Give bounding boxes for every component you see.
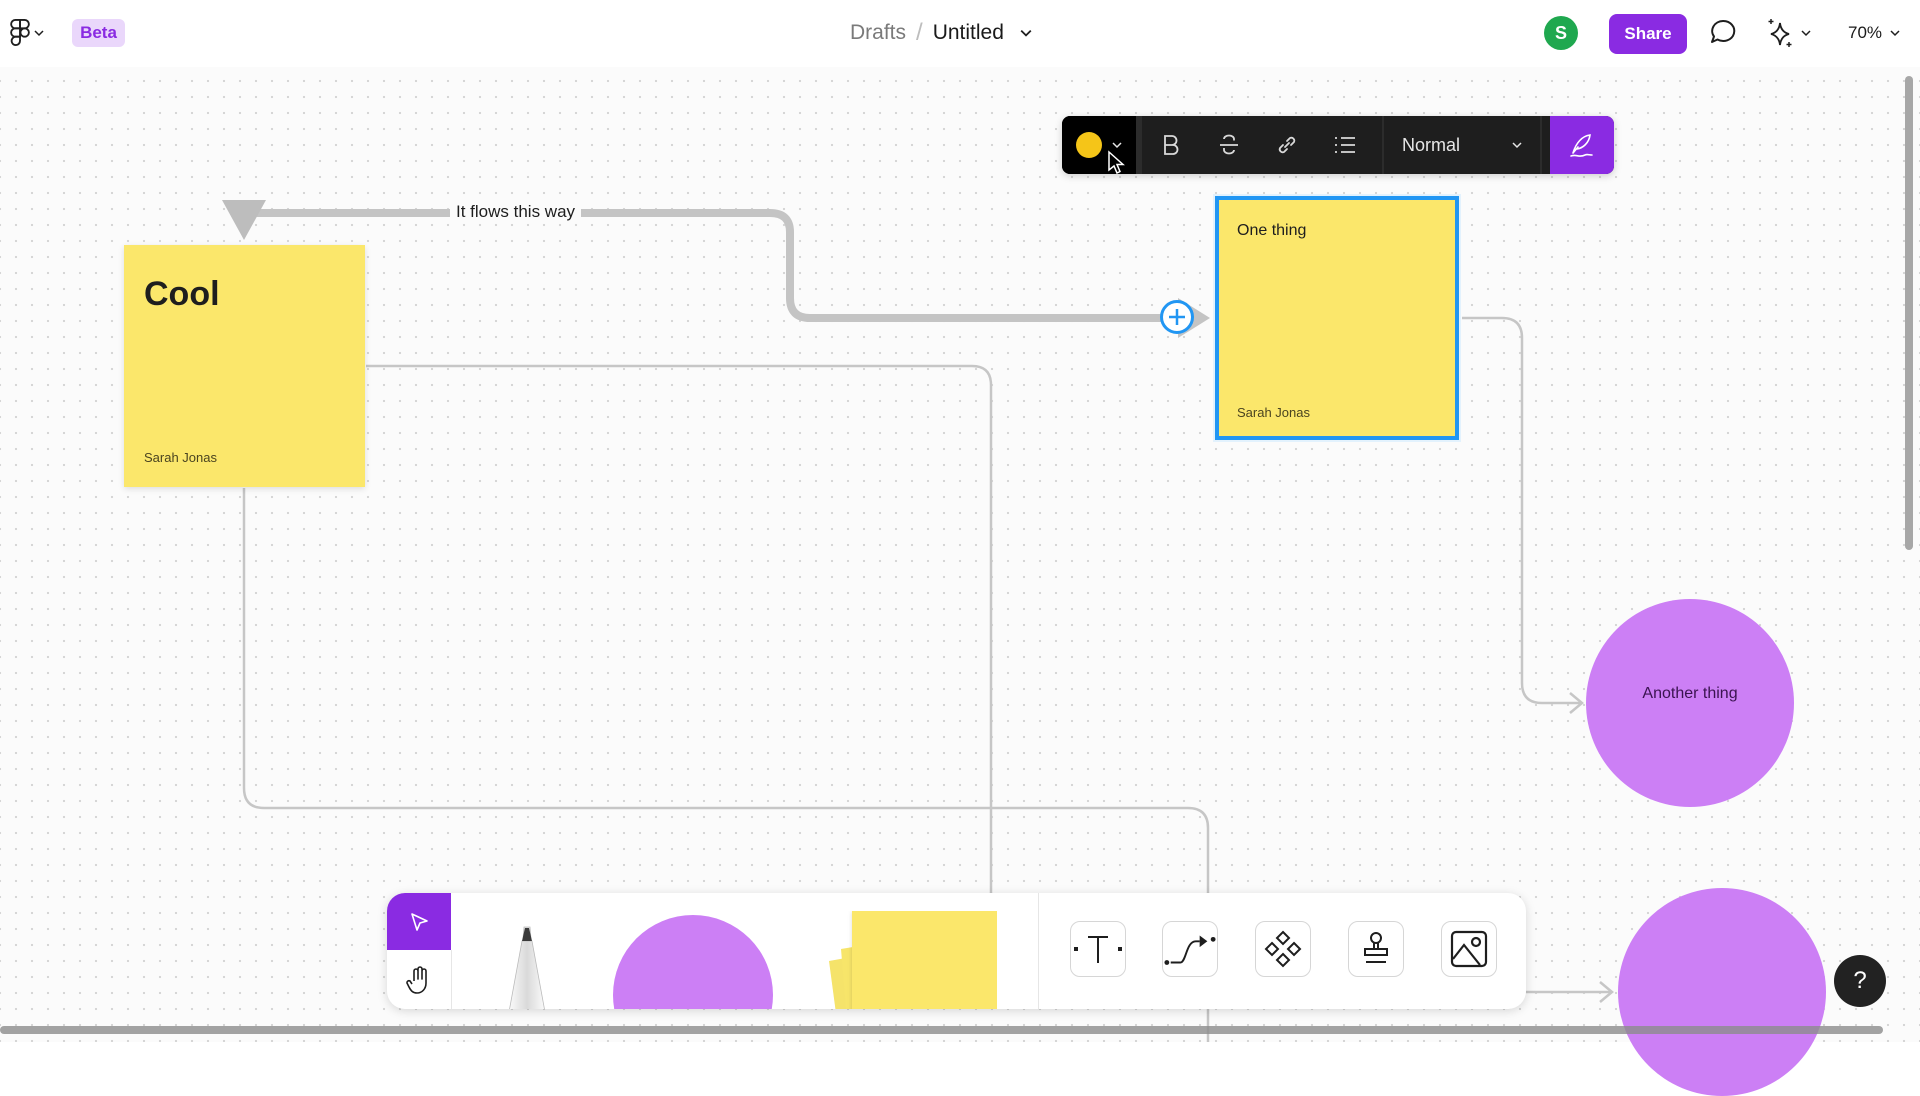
tool-select[interactable]: [387, 893, 451, 950]
top-bar: Beta Drafts / Untitled S Share 70%: [0, 0, 1920, 67]
help-button[interactable]: ?: [1834, 955, 1886, 1007]
stamp-icon: [1364, 932, 1388, 963]
beta-badge: Beta: [72, 19, 125, 47]
tool-stamp[interactable]: [1348, 921, 1404, 977]
tool-image[interactable]: [1441, 921, 1497, 977]
user-avatar[interactable]: S: [1544, 16, 1578, 50]
file-title[interactable]: Untitled: [933, 21, 1004, 45]
chevron-down-icon: [1112, 142, 1122, 149]
sticky-note-one-thing[interactable]: One thing Sarah Jonas: [1215, 196, 1459, 440]
sticky-note-cool[interactable]: Cool Sarah Jonas: [124, 245, 365, 487]
list-button[interactable]: [1316, 116, 1374, 174]
tool-hand[interactable]: [387, 950, 452, 1009]
strikethrough-button[interactable]: [1200, 116, 1258, 174]
chevron-down-icon: [1801, 30, 1811, 37]
components-icon: [1264, 930, 1302, 968]
tool-marker[interactable]: [487, 913, 567, 1009]
link-icon: [1278, 136, 1296, 154]
strikethrough-icon: [1220, 134, 1238, 155]
list-icon: [1335, 137, 1355, 153]
add-connection-handle[interactable]: [1160, 300, 1194, 334]
mouse-cursor-icon: [1108, 150, 1125, 175]
sticky-note-stack-icon: [829, 911, 1000, 1009]
sparkle-icon: [1768, 19, 1792, 47]
cursor-arrow-icon: [411, 912, 428, 931]
horizontal-scrollbar[interactable]: [0, 1026, 1883, 1034]
toolbar-divider: [1038, 893, 1039, 1009]
figma-logo-icon: [10, 19, 30, 47]
sticky-author: Sarah Jonas: [1237, 405, 1310, 420]
text-style-value: Normal: [1402, 134, 1461, 155]
breadcrumb: Drafts / Untitled: [850, 16, 1032, 50]
bold-button[interactable]: [1142, 116, 1200, 174]
sticky-title: Cool: [144, 275, 220, 313]
shape-label: Another thing: [1642, 685, 1738, 702]
tool-connector[interactable]: [1162, 921, 1218, 977]
ai-actions-button[interactable]: [1765, 15, 1825, 51]
tool-text[interactable]: [1070, 921, 1126, 977]
marker-icon: [509, 926, 545, 1009]
plus-icon: [1169, 309, 1185, 325]
quill-pen-icon: [1570, 134, 1593, 157]
tool-shape[interactable]: [613, 915, 773, 1009]
color-swatch: [1076, 132, 1102, 158]
breadcrumb-drafts[interactable]: Drafts: [850, 21, 906, 45]
text-icon: [1074, 936, 1122, 963]
zoom-level-dropdown[interactable]: 70%: [1848, 18, 1900, 48]
sticky-title: One thing: [1237, 222, 1307, 239]
connector-icon: [1164, 935, 1216, 965]
bottom-toolbar: [387, 893, 1526, 1009]
chevron-down-icon: [34, 30, 44, 37]
breadcrumb-separator: /: [916, 19, 923, 46]
circle-shape[interactable]: [1618, 888, 1826, 1096]
vertical-scrollbar[interactable]: [1905, 76, 1913, 550]
zoom-level: 70%: [1848, 23, 1883, 42]
circle-shape-another-thing[interactable]: Another thing: [1586, 599, 1794, 807]
share-button[interactable]: Share: [1609, 14, 1687, 54]
tool-sticky-note[interactable]: [817, 911, 1000, 1009]
hand-icon: [406, 965, 427, 994]
handwriting-button[interactable]: [1550, 116, 1614, 174]
chevron-down-icon: [1512, 142, 1522, 149]
comments-button[interactable]: [1708, 17, 1738, 49]
chevron-down-icon: [1890, 30, 1900, 37]
main-menu-button[interactable]: [10, 18, 50, 48]
chevron-down-icon: [1020, 29, 1032, 37]
file-menu-button[interactable]: [1020, 29, 1032, 37]
image-icon: [1450, 930, 1488, 968]
sticky-author: Sarah Jonas: [144, 450, 217, 465]
link-button[interactable]: [1258, 116, 1316, 174]
bold-icon: [1164, 135, 1179, 155]
text-format-toolbar: Normal: [1062, 116, 1614, 174]
connector-label[interactable]: It flows this way: [450, 202, 582, 222]
tool-components[interactable]: [1255, 921, 1311, 977]
comment-icon: [1711, 19, 1736, 43]
text-style-dropdown[interactable]: Normal: [1382, 116, 1542, 174]
